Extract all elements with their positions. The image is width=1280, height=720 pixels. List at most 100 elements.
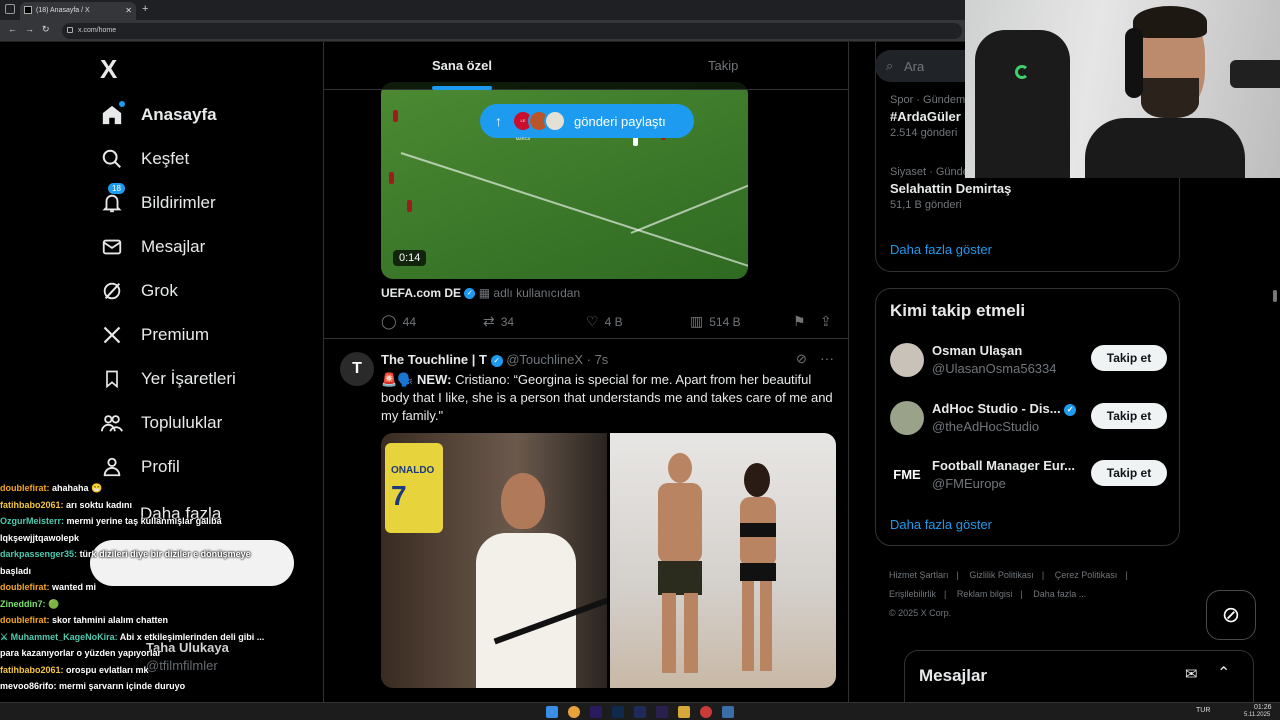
- grok-explain-icon[interactable]: ⊘: [796, 351, 807, 367]
- chat-line: doublefirat: wanted mi: [0, 579, 315, 596]
- nav-item-profile[interactable]: Profil: [100, 452, 180, 482]
- close-tab-icon[interactable]: ✕: [125, 6, 132, 15]
- new-tab-button[interactable]: +: [142, 3, 148, 15]
- language-indicator[interactable]: TUR: [1196, 707, 1210, 714]
- suggestion-name[interactable]: Football Manager Eur...: [932, 458, 1075, 473]
- footer-link[interactable]: Çerez Politikası: [1055, 570, 1118, 580]
- bookmark-button[interactable]: ⚑: [793, 313, 812, 330]
- chat-user: ⚔ Muhammet_KageNoKira:: [0, 631, 118, 642]
- avatar[interactable]: FME: [890, 458, 924, 492]
- avatar[interactable]: [890, 401, 924, 435]
- file-explorer-icon[interactable]: [678, 706, 690, 718]
- tab-following[interactable]: Takip: [708, 58, 738, 73]
- nav-label-grok: Grok: [141, 281, 178, 300]
- person-leg: [684, 593, 698, 673]
- person-leg: [760, 581, 772, 671]
- tweet-image-2[interactable]: [610, 433, 836, 688]
- author-handle[interactable]: @TouchlineX: [506, 352, 583, 367]
- footer-link[interactable]: Daha fazla ...: [1033, 589, 1086, 599]
- messages-drawer[interactable]: Mesajlar ✉ ⌃: [904, 650, 1254, 702]
- follow-button[interactable]: Takip et: [1091, 460, 1167, 486]
- start-menu-icon[interactable]: [546, 706, 558, 718]
- nav-item-home[interactable]: Anasayfa: [100, 100, 217, 130]
- follow-suggestion[interactable]: Osman Ulaşan @UlasanOsma56334 Takip et: [890, 341, 1170, 381]
- follow-suggestion[interactable]: FME Football Manager Eur... @FMEurope Ta…: [890, 456, 1170, 496]
- tweet-image-1[interactable]: ONALDO 7: [381, 433, 607, 688]
- messages-title: Mesajlar: [919, 666, 988, 685]
- new-message-icon[interactable]: ✉: [1185, 665, 1198, 683]
- grok-floating-button[interactable]: ⊘: [1206, 590, 1256, 640]
- nav-item-notifications[interactable]: 18 Bildirimler: [100, 183, 216, 218]
- footer-separator: |: [1125, 570, 1128, 580]
- after-effects-icon[interactable]: [656, 706, 668, 718]
- author-name[interactable]: The Touchline | T: [381, 352, 487, 367]
- person-head: [668, 453, 692, 483]
- avatar[interactable]: [890, 343, 924, 377]
- follow-button[interactable]: Takip et: [1091, 403, 1167, 429]
- like-button[interactable]: ♡ 4 B: [586, 313, 623, 330]
- nav-item-messages[interactable]: Mesajlar: [100, 232, 205, 262]
- chat-user: darkpassenger35:: [0, 549, 78, 559]
- source-name[interactable]: UEFA.com DE: [381, 286, 461, 300]
- premiere-icon[interactable]: [590, 706, 602, 718]
- page-scrollbar[interactable]: [1273, 290, 1277, 302]
- reply-icon: ◯: [381, 313, 397, 329]
- tweet-header: The Touchline | T ✓ @TouchlineX · 7s: [381, 352, 608, 367]
- site-info-icon[interactable]: [67, 27, 73, 33]
- trend-title: Selahattin Demirtaş: [890, 181, 1012, 196]
- share-button[interactable]: ⇪: [820, 313, 838, 330]
- app-icon[interactable]: [700, 706, 712, 718]
- follow-suggestion[interactable]: AdHoc Studio - Dis... ✓ @theAdHocStudio …: [890, 399, 1170, 439]
- nav-item-communities[interactable]: Topluluklar: [100, 408, 222, 438]
- browser-tab-strip: (18) Anasayfa / X ✕ +: [0, 0, 965, 20]
- suggestion-name[interactable]: Osman Ulaşan: [932, 343, 1022, 358]
- streamer-hair: [1133, 6, 1207, 38]
- tab-menu-icon[interactable]: [5, 4, 15, 14]
- photoshop-icon[interactable]: [612, 706, 624, 718]
- views-button[interactable]: ▥ 514 B: [690, 313, 741, 330]
- nav-item-bookmarks[interactable]: Yer İşaretleri: [100, 364, 236, 394]
- repost-count: 34: [500, 314, 515, 329]
- view-count: 514 B: [709, 314, 741, 329]
- follow-show-more-link[interactable]: Daha fazla göster: [890, 517, 992, 532]
- trend-item[interactable]: Spor · Gündem #ArdaGüler 2.514 gönderi: [890, 94, 965, 139]
- chrome-icon[interactable]: [568, 706, 580, 718]
- chat-message: skor tahmini alalım chatten: [52, 615, 169, 625]
- back-icon[interactable]: ←: [8, 24, 17, 34]
- browser-tab[interactable]: (18) Anasayfa / X ✕: [20, 2, 136, 20]
- address-bar[interactable]: x.com/home: [62, 23, 962, 39]
- nav-item-grok[interactable]: Grok: [100, 276, 178, 306]
- x-logo-icon[interactable]: X: [100, 54, 117, 85]
- follow-button[interactable]: Takip et: [1091, 345, 1167, 371]
- reply-button[interactable]: ◯ 44: [381, 313, 416, 330]
- more-options-icon[interactable]: ···: [820, 350, 834, 366]
- avatar[interactable]: T: [340, 352, 374, 386]
- trends-show-more-link[interactable]: Daha fazla göster: [890, 242, 992, 257]
- nav-item-premium[interactable]: Premium: [100, 320, 209, 350]
- forward-icon[interactable]: →: [25, 24, 34, 34]
- new-posts-pill[interactable]: ↑ LE MARCA gönderi paylaştı: [480, 104, 694, 141]
- post-actions: ◯ 44 ⇄ 34 ♡ 4 B ▥ 514 B ⚑ ⇪: [381, 313, 836, 331]
- steam-icon[interactable]: [722, 706, 734, 718]
- headset: [1125, 28, 1143, 98]
- clock-time[interactable]: 01:26: [1254, 704, 1272, 711]
- footer-link[interactable]: Hizmet Şartları: [889, 570, 949, 580]
- audition-icon[interactable]: [634, 706, 646, 718]
- suggestion-name[interactable]: AdHoc Studio - Dis... ✓: [932, 401, 1077, 416]
- repost-button[interactable]: ⇄ 34: [483, 313, 514, 330]
- footer-link[interactable]: Gizlilik Politikası: [969, 570, 1034, 580]
- tab-for-you[interactable]: Sana özel: [432, 58, 492, 73]
- nav-item-explore[interactable]: Keşfet: [100, 144, 189, 174]
- expand-up-icon[interactable]: ⌃: [1217, 663, 1230, 683]
- chat-line: başladı: [0, 563, 315, 580]
- trend-count: 2.514 gönderi: [890, 127, 958, 139]
- footer-link[interactable]: Reklam bilgisi: [957, 589, 1013, 599]
- footer-link[interactable]: Erişilebilirlik: [889, 589, 936, 599]
- x-icon: [100, 323, 124, 347]
- reload-icon[interactable]: ↻: [42, 24, 50, 35]
- chat-message: para kazanıyorlar o yüzden yapıyorlar: [0, 648, 162, 658]
- chat-message: arı soktu kadını: [66, 499, 133, 510]
- post-time[interactable]: · 7s: [587, 352, 609, 367]
- person-bottom: [740, 563, 776, 581]
- clock-date[interactable]: 5.11.2025: [1244, 712, 1270, 718]
